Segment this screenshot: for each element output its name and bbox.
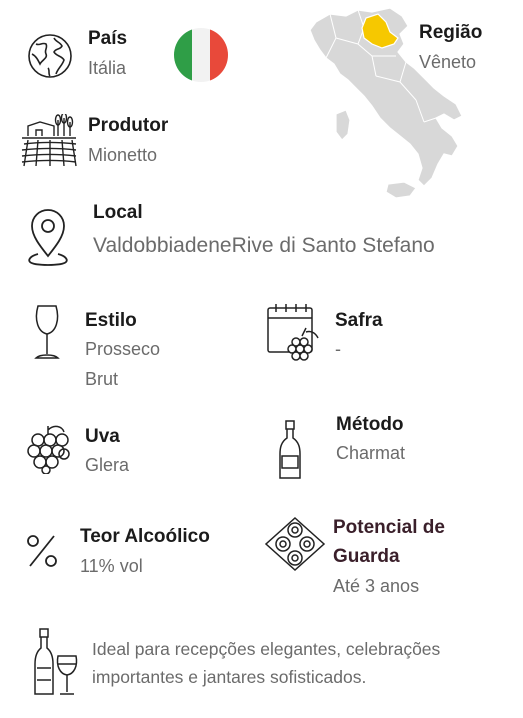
guarda-value: Até 3 anos — [333, 576, 420, 596]
local-label: Local — [93, 202, 143, 223]
bottle-icon — [278, 420, 302, 480]
percent-icon — [26, 534, 58, 568]
safra-value: - — [335, 339, 341, 359]
local-value: ValdobbiadeneRive di Santo Stefano — [93, 234, 435, 257]
guarda-label-line1: Potencial de — [333, 517, 445, 538]
metodo-value: Charmat — [336, 443, 406, 463]
vineyard-icon — [20, 114, 78, 168]
grapes-icon — [26, 424, 70, 474]
teor-value: 11% vol — [80, 556, 143, 576]
teor-label: Teor Alcoólico — [80, 526, 210, 547]
italy-flag-icon — [174, 28, 228, 82]
wine-rack-icon — [264, 516, 326, 572]
bottle-glass-icon — [34, 628, 80, 696]
wine-glass-icon — [30, 304, 64, 362]
produtor-label: Produtor — [88, 115, 169, 136]
regiao-label: Região — [419, 22, 483, 43]
guarda-label-line2: Guarda — [333, 546, 400, 567]
pais-value: Itália — [88, 58, 127, 78]
harmonizacao-line2: importantes e jantares sofisticados. — [92, 667, 367, 687]
estilo-label: Estilo — [85, 310, 137, 331]
uva-value: Glera — [85, 455, 130, 475]
metodo-label: Método — [336, 414, 404, 435]
location-pin-icon — [26, 208, 70, 270]
estilo-value-line1: Prosseco — [85, 339, 161, 359]
globe-icon — [26, 32, 74, 80]
estilo-value-line2: Brut — [85, 369, 119, 389]
uva-label: Uva — [85, 426, 120, 447]
harmonizacao-line1: Ideal para recepções elegantes, celebraç… — [92, 639, 441, 659]
pais-label: País — [88, 28, 128, 49]
calendar-grapes-icon — [266, 302, 322, 364]
safra-label: Safra — [335, 310, 383, 331]
produtor-value: Mionetto — [88, 145, 158, 165]
regiao-value: Vêneto — [419, 52, 477, 72]
